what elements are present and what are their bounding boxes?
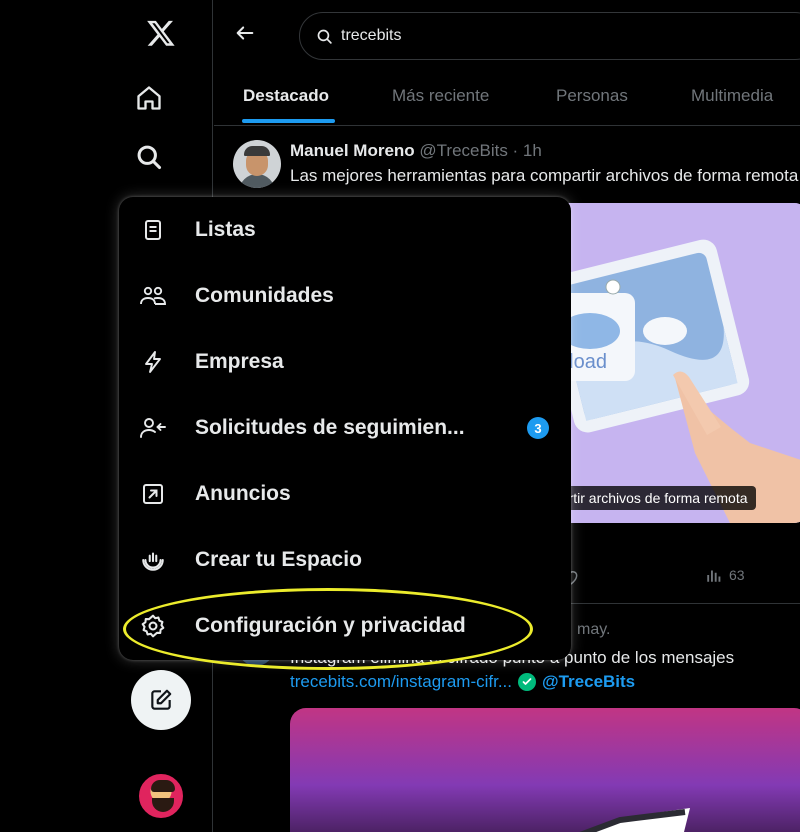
- menu-item-label: Comunidades: [195, 284, 334, 307]
- tweet2-link-row: trecebits.com/instagram-cifr... @TreceBi…: [290, 672, 635, 692]
- spaces-icon: [139, 546, 167, 574]
- menu-item-crear-espacio[interactable]: Crear tu Espacio: [119, 527, 571, 593]
- active-tab-indicator: [242, 119, 335, 123]
- search-nav-icon[interactable]: [124, 132, 174, 182]
- follow-request-icon: [139, 414, 167, 442]
- analytics-icon: [707, 570, 721, 582]
- menu-item-label: Listas: [195, 218, 256, 241]
- menu-item-empresa[interactable]: Empresa: [119, 329, 571, 395]
- tab-personas[interactable]: Personas: [556, 66, 628, 126]
- menu-item-label: Anuncios: [195, 482, 291, 505]
- tweet2-mention[interactable]: @TreceBits: [542, 672, 635, 692]
- tweet-author-avatar[interactable]: [233, 140, 281, 188]
- tweet-author-name[interactable]: Manuel Moreno: [290, 141, 415, 160]
- tweet-text: Las mejores herramientas para compartir …: [290, 166, 799, 185]
- tweet2-time[interactable]: may.: [577, 621, 610, 639]
- list-icon: [139, 216, 167, 244]
- ads-icon: [139, 480, 167, 508]
- menu-item-listas[interactable]: Listas: [119, 197, 571, 263]
- compose-post-button[interactable]: [131, 670, 191, 730]
- back-button[interactable]: [226, 14, 264, 52]
- communities-icon: [139, 282, 167, 310]
- gear-icon: [139, 612, 167, 640]
- verified-check-icon: [518, 673, 537, 691]
- views-count[interactable]: 63: [705, 566, 745, 584]
- search-input[interactable]: trecebits: [299, 12, 800, 60]
- search-icon: [317, 29, 332, 44]
- tab-mas-reciente[interactable]: Más reciente: [392, 66, 489, 126]
- views-number: 63: [729, 567, 745, 583]
- menu-item-solicitudes[interactable]: Solicitudes de seguimien... 3: [119, 395, 571, 461]
- tweet-handle-time[interactable]: @TreceBits · 1h: [419, 141, 541, 160]
- search-tabs: Destacado Más reciente Personas Multimed…: [214, 66, 800, 126]
- compose-icon: [151, 689, 172, 710]
- tab-destacado[interactable]: Destacado: [243, 66, 329, 126]
- menu-item-comunidades[interactable]: Comunidades: [119, 263, 571, 329]
- menu-item-anuncios[interactable]: Anuncios: [119, 461, 571, 527]
- x-logo-icon[interactable]: [136, 8, 186, 58]
- arrow-left-icon: [236, 26, 254, 40]
- media-caption: partir archivos de forma remota: [545, 486, 756, 510]
- menu-item-label: Solicitudes de seguimien...: [195, 416, 465, 439]
- menu-item-label: Empresa: [195, 350, 284, 373]
- search-query[interactable]: trecebits: [341, 27, 401, 45]
- account-avatar[interactable]: [137, 772, 185, 820]
- notification-badge: 3: [527, 417, 549, 439]
- more-options-menu: Listas Comunidades Empresa Solicitudes d…: [119, 197, 571, 660]
- tweet-header: Manuel Moreno @TreceBits · 1h: [290, 141, 542, 161]
- menu-item-label: Configuración y privacidad: [195, 614, 466, 637]
- menu-item-configuracion[interactable]: Configuración y privacidad: [119, 593, 571, 659]
- home-icon[interactable]: [124, 73, 174, 123]
- lightning-icon: [139, 348, 167, 376]
- menu-item-label: Crear tu Espacio: [195, 548, 362, 571]
- tweet2-link[interactable]: trecebits.com/instagram-cifr...: [290, 672, 512, 692]
- tweet2-media-image[interactable]: [290, 708, 800, 832]
- tab-multimedia[interactable]: Multimedia: [691, 66, 773, 126]
